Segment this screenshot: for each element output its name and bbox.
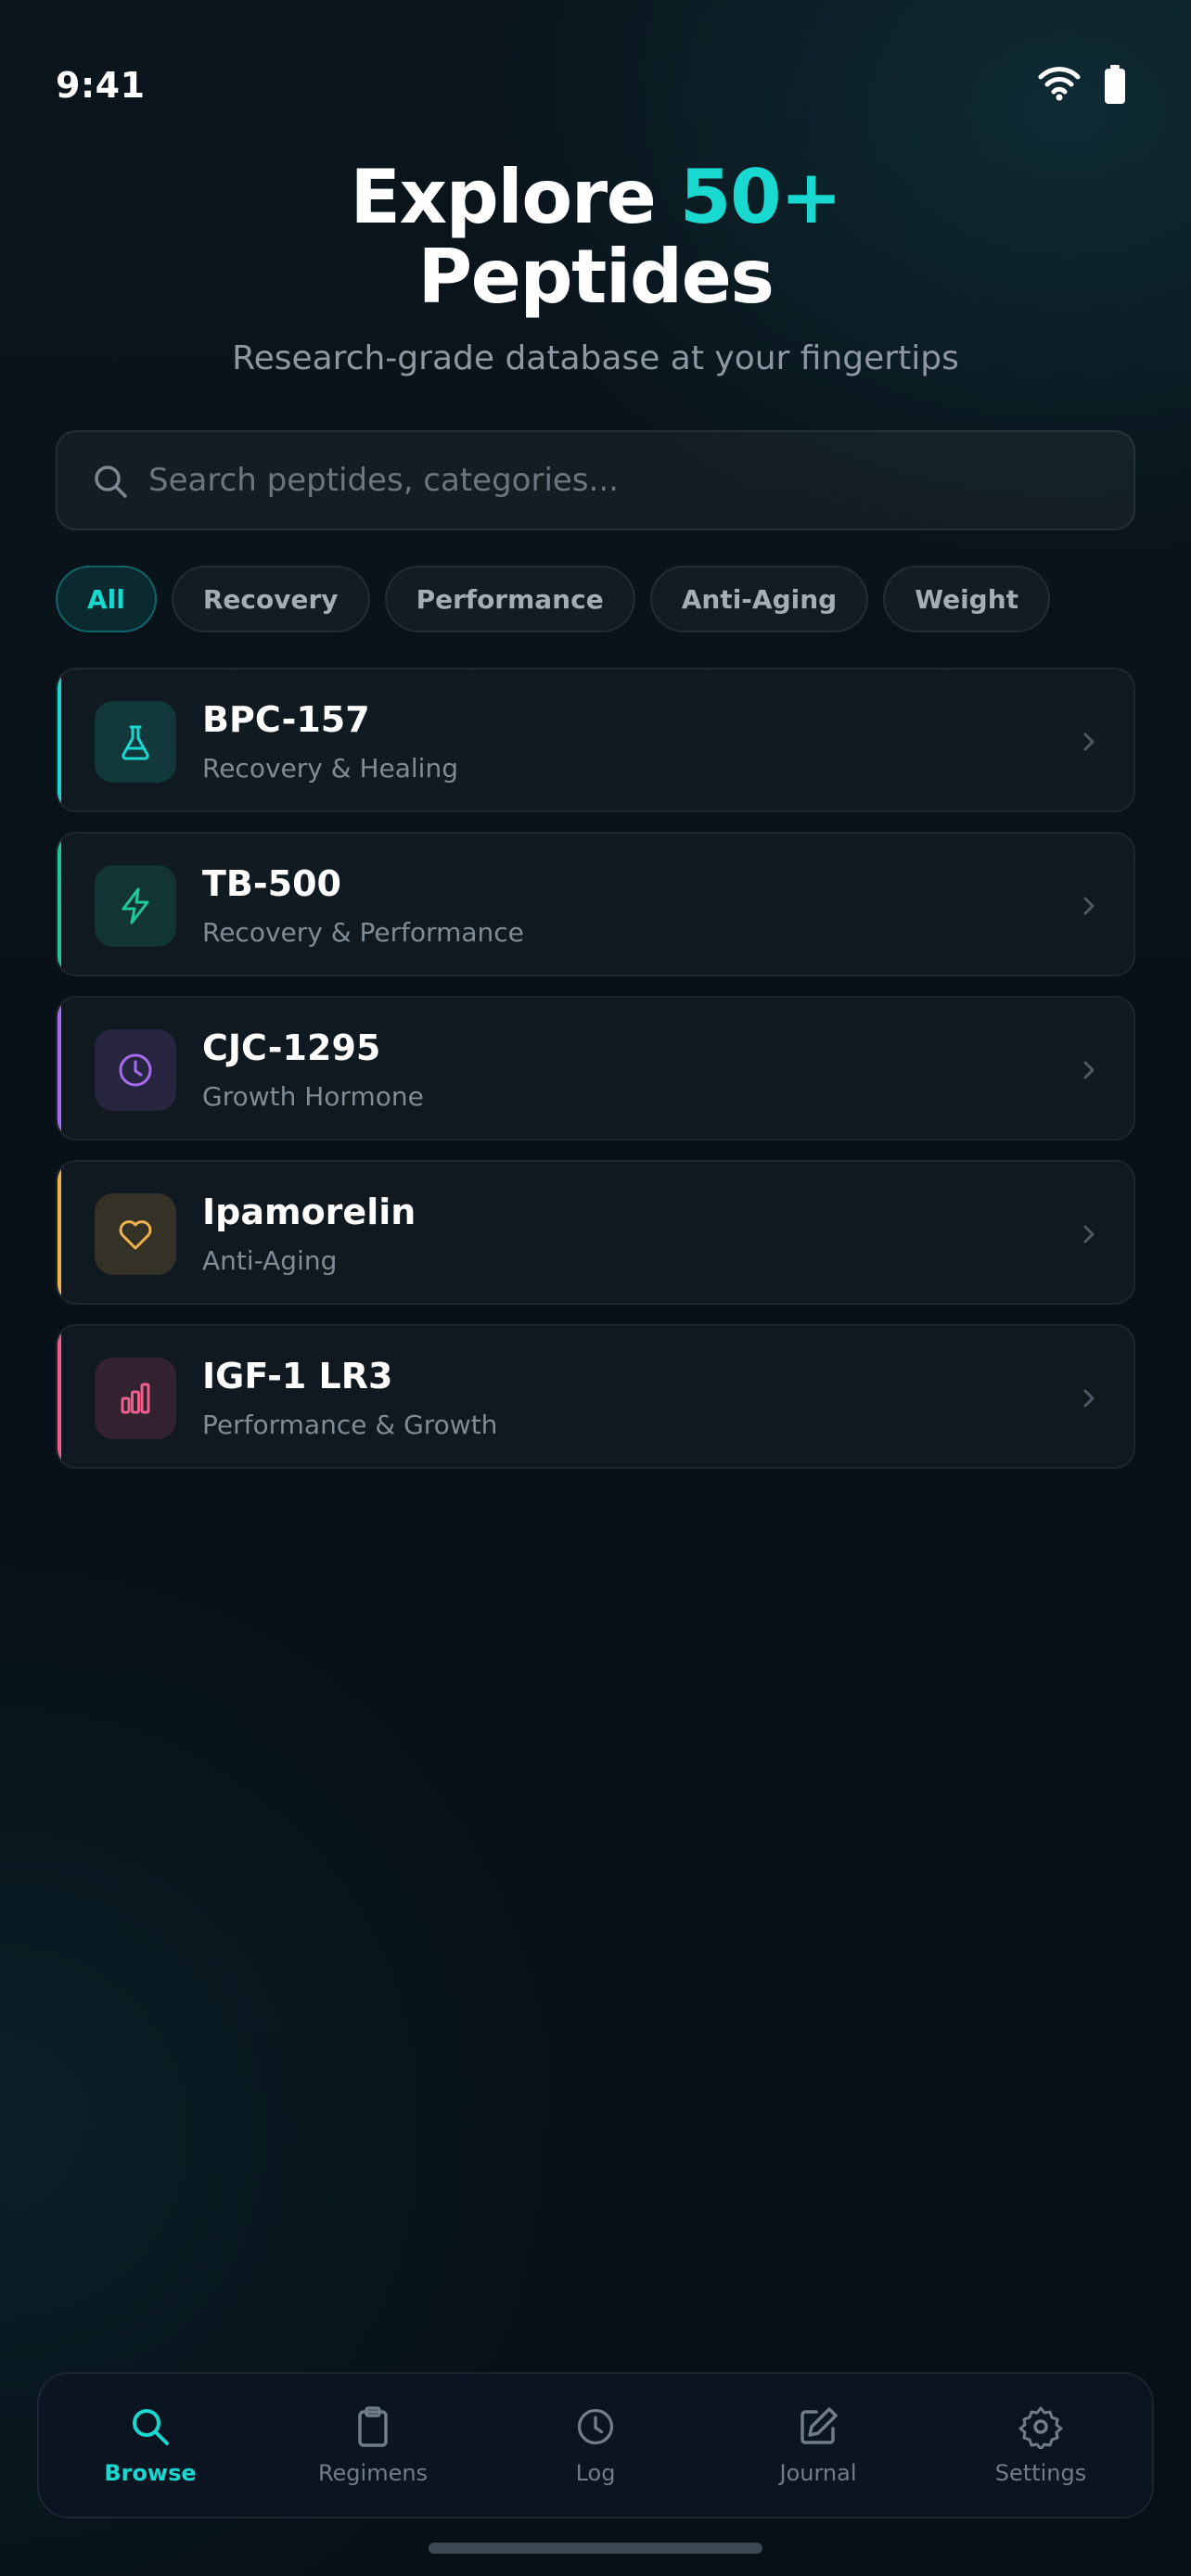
bar-chart-icon [115, 1378, 156, 1419]
peptide-name: CJC-1295 [202, 1027, 381, 1068]
peptide-name: Ipamorelin [202, 1192, 416, 1232]
filter-chips: All Recovery Performance Anti-Aging Weight [56, 566, 1051, 632]
title-prefix: Explore [350, 154, 680, 240]
filter-chip-all[interactable]: All [56, 566, 157, 632]
card-accent-bar [58, 1326, 61, 1467]
peptide-name: TB-500 [202, 863, 341, 904]
card-icon [95, 701, 176, 783]
gear-icon [1018, 2404, 1063, 2449]
card-icon [95, 1358, 176, 1439]
page-title: Explore 50+ Peptides [0, 158, 1191, 317]
nav-label: Log [575, 2460, 616, 2486]
status-bar: 9:41 [0, 0, 1191, 139]
peptide-list: BPC-157 Recovery & Healing TB-500 Recove… [56, 668, 1135, 1488]
flask-icon [115, 721, 156, 762]
filter-chip-weight[interactable]: Weight [883, 566, 1051, 632]
nav-item-log[interactable]: Log [503, 2385, 688, 2506]
chevron-right-icon [1083, 1225, 1095, 1243]
lightning-icon [115, 886, 156, 926]
card-accent-bar [58, 834, 61, 975]
chevron-right-icon [1083, 1389, 1095, 1408]
peptide-category: Anti-Aging [202, 1245, 338, 1276]
battery-icon [1105, 65, 1125, 104]
card-icon [95, 1029, 176, 1111]
filter-chip-anti-aging[interactable]: Anti-Aging [649, 566, 869, 632]
card-accent-bar [58, 1162, 61, 1303]
card-accent-bar [58, 670, 61, 810]
peptide-card[interactable]: CJC-1295 Growth Hormone [56, 996, 1135, 1141]
nav-label: Browse [104, 2460, 197, 2486]
peptide-name: BPC-157 [202, 699, 370, 740]
nav-item-regimens[interactable]: Regimens [280, 2385, 466, 2506]
clipboard-icon [351, 2404, 395, 2449]
peptide-card[interactable]: Ipamorelin Anti-Aging [56, 1160, 1135, 1305]
peptide-category: Performance & Growth [202, 1409, 498, 1440]
heart-icon [115, 1214, 156, 1255]
filter-chip-performance[interactable]: Performance [384, 566, 635, 632]
peptide-category: Recovery & Healing [202, 753, 458, 784]
peptide-category: Growth Hormone [202, 1081, 424, 1112]
card-icon [95, 865, 176, 947]
nav-item-settings[interactable]: Settings [948, 2385, 1133, 2506]
clock-icon [573, 2404, 618, 2449]
search-icon [95, 465, 127, 498]
clock-icon [115, 1050, 156, 1090]
chevron-right-icon [1083, 1061, 1095, 1079]
home-indicator [429, 2543, 762, 2554]
peptide-card[interactable]: TB-500 Recovery & Performance [56, 832, 1135, 976]
search-bar[interactable] [56, 430, 1135, 530]
card-accent-bar [58, 998, 61, 1139]
title-suffix: Peptides [417, 234, 775, 320]
chevron-right-icon [1083, 733, 1095, 751]
edit-icon [796, 2404, 840, 2449]
peptide-card[interactable]: IGF-1 LR3 Performance & Growth [56, 1324, 1135, 1469]
card-icon [95, 1193, 176, 1275]
nav-label: Regimens [317, 2460, 429, 2486]
peptide-card[interactable]: BPC-157 Recovery & Healing [56, 668, 1135, 812]
peptide-category: Recovery & Performance [202, 917, 524, 948]
chevron-right-icon [1083, 897, 1095, 915]
nav-item-browse[interactable]: Browse [58, 2385, 243, 2506]
peptide-name: IGF-1 LR3 [202, 1356, 393, 1396]
search-input[interactable] [148, 432, 1113, 529]
title-accent: 50+ [679, 154, 842, 240]
status-time: 9:41 [56, 65, 146, 106]
bottom-nav: Browse Regimens Log Journal Settings [37, 2372, 1154, 2519]
nav-label: Settings [994, 2460, 1087, 2486]
nav-item-journal[interactable]: Journal [725, 2385, 911, 2506]
wifi-icon [1038, 67, 1081, 101]
nav-label: Journal [779, 2460, 857, 2486]
search-icon [128, 2404, 173, 2449]
page-subtitle: Research-grade database at your fingerti… [232, 339, 959, 377]
filter-chip-recovery[interactable]: Recovery [171, 566, 370, 632]
